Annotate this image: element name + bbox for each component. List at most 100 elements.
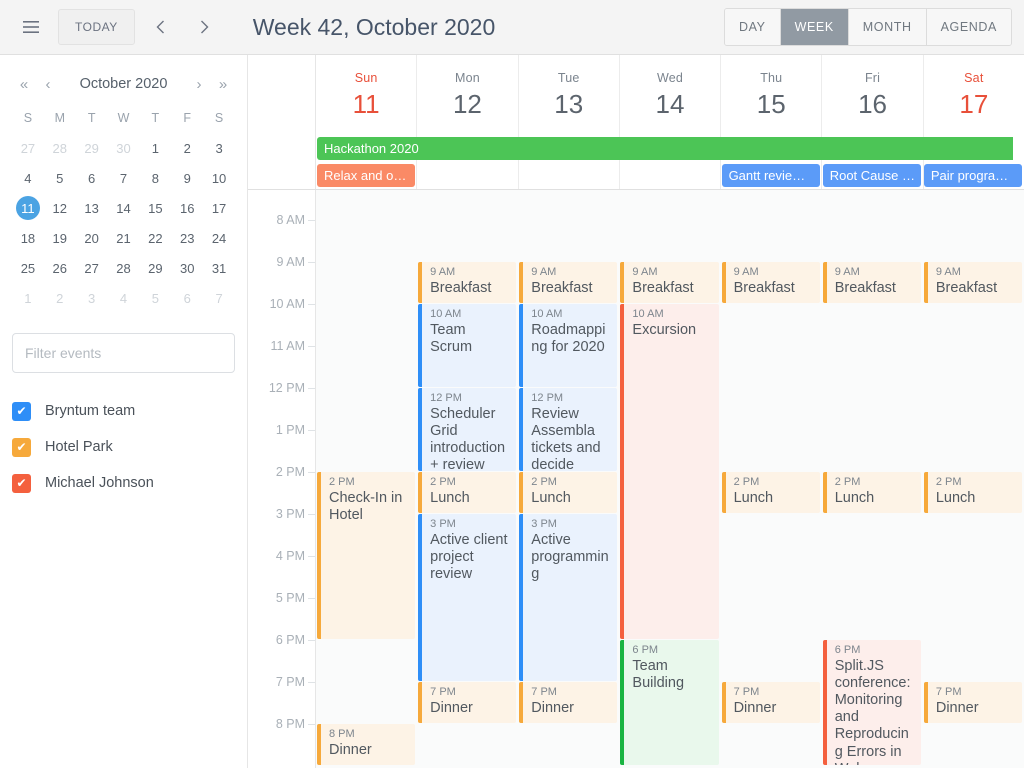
minicalendar-day[interactable]: 17 bbox=[203, 195, 235, 221]
minicalendar-day[interactable]: 19 bbox=[44, 225, 76, 251]
minicalendar-day[interactable]: 6 bbox=[171, 285, 203, 311]
minicalendar-day[interactable]: 31 bbox=[203, 255, 235, 281]
day-header-mon[interactable]: Mon 12 bbox=[416, 55, 517, 135]
minicalendar-day[interactable]: 29 bbox=[139, 255, 171, 281]
checkbox-checked-icon[interactable]: ✔ bbox=[12, 437, 31, 457]
resource-filter-row[interactable]: ✔ Bryntum team bbox=[12, 393, 235, 429]
calendar-event[interactable]: 2 PM Lunch bbox=[418, 472, 517, 513]
minicalendar-day[interactable]: 9 bbox=[171, 165, 203, 191]
minicalendar-day[interactable]: 4 bbox=[12, 165, 44, 191]
view-button-agenda[interactable]: AGENDA bbox=[926, 9, 1011, 45]
minicalendar-day[interactable]: 3 bbox=[203, 135, 235, 161]
calendar-event[interactable]: 7 PM Dinner bbox=[519, 682, 618, 723]
minicalendar-day[interactable]: 28 bbox=[108, 255, 140, 281]
day-header-fri[interactable]: Fri 16 bbox=[821, 55, 922, 135]
time-grid-scroller[interactable]: 7 AM8 AM9 AM10 AM11 AM12 PM1 PM2 PM3 PM4… bbox=[248, 190, 1024, 768]
minicalendar-day[interactable]: 14 bbox=[108, 195, 140, 221]
minicalendar-day[interactable]: 29 bbox=[76, 135, 108, 161]
resource-filter-row[interactable]: ✔ Hotel Park bbox=[12, 429, 235, 465]
calendar-event[interactable]: 9 AM Breakfast bbox=[822, 262, 921, 303]
chevron-right-icon[interactable]: › bbox=[187, 72, 211, 96]
today-button[interactable]: TODAY bbox=[58, 9, 135, 45]
calendar-event[interactable]: 3 PM Active client project review bbox=[418, 514, 517, 681]
day-header-tue[interactable]: Tue 13 bbox=[517, 55, 619, 135]
calendar-event[interactable]: 3 PM Active programming bbox=[519, 514, 618, 681]
minicalendar-day[interactable]: 5 bbox=[139, 285, 171, 311]
minicalendar-day[interactable]: 30 bbox=[108, 135, 140, 161]
minicalendar-day[interactable]: 6 bbox=[76, 165, 108, 191]
hamburger-icon[interactable] bbox=[12, 9, 50, 45]
calendar-event[interactable]: 9 AM Breakfast bbox=[519, 262, 618, 303]
calendar-event[interactable]: 7 PM Dinner bbox=[418, 682, 517, 723]
view-button-week[interactable]: WEEK bbox=[780, 9, 849, 45]
calendar-event[interactable]: 7 PM Dinner bbox=[923, 682, 1022, 723]
minicalendar-day[interactable]: 30 bbox=[171, 255, 203, 281]
minicalendar-day-selected[interactable]: 11 bbox=[15, 196, 40, 220]
minicalendar-day[interactable]: 5 bbox=[44, 165, 76, 191]
minicalendar-day[interactable]: 1 bbox=[12, 285, 44, 311]
minicalendar-day[interactable]: 3 bbox=[76, 285, 108, 311]
minicalendar-day[interactable]: 16 bbox=[171, 195, 203, 221]
minicalendar-day[interactable]: 2 bbox=[171, 135, 203, 161]
allday-cell[interactable] bbox=[517, 162, 619, 189]
calendar-event[interactable]: 2 PM Check-In in Hotel bbox=[317, 472, 416, 639]
minicalendar-day[interactable]: 20 bbox=[76, 225, 108, 251]
calendar-event[interactable]: 10 AM Team Scrum bbox=[418, 304, 517, 387]
calendar-event[interactable]: 2 PM Lunch bbox=[822, 472, 921, 513]
allday-event[interactable]: Hackathon 2020 bbox=[317, 137, 1013, 160]
allday-cell[interactable] bbox=[416, 162, 517, 189]
checkbox-checked-icon[interactable]: ✔ bbox=[12, 401, 31, 421]
minicalendar-day[interactable]: 7 bbox=[203, 285, 235, 311]
minicalendar-day[interactable]: 21 bbox=[108, 225, 140, 251]
calendar-event[interactable]: 6 PM Split.JS conference: Monitoring and … bbox=[822, 640, 921, 765]
minicalendar-day[interactable]: 24 bbox=[203, 225, 235, 251]
calendar-event[interactable]: 2 PM Lunch bbox=[923, 472, 1022, 513]
day-header-sun[interactable]: Sun 11 bbox=[316, 55, 416, 135]
double-chevron-left-icon[interactable]: « bbox=[12, 72, 36, 96]
day-header-sat[interactable]: Sat 17 bbox=[922, 55, 1024, 135]
calendar-event[interactable]: 9 AM Breakfast bbox=[923, 262, 1022, 303]
calendar-event[interactable]: 7 PM Dinner bbox=[721, 682, 820, 723]
minicalendar-day[interactable]: 12 bbox=[44, 195, 76, 221]
minicalendar-day[interactable]: 15 bbox=[139, 195, 171, 221]
double-chevron-right-icon[interactable]: » bbox=[211, 72, 235, 96]
minicalendar-day[interactable]: 23 bbox=[171, 225, 203, 251]
calendar-event[interactable]: 10 AM Excursion bbox=[620, 304, 719, 639]
allday-event[interactable]: Pair progra… bbox=[923, 164, 1022, 187]
minicalendar-day[interactable]: 7 bbox=[108, 165, 140, 191]
view-button-month[interactable]: MONTH bbox=[848, 9, 927, 45]
calendar-event[interactable]: 10 AM Roadmapping for 2020 bbox=[519, 304, 618, 387]
calendar-event[interactable]: 9 AM Breakfast bbox=[721, 262, 820, 303]
minicalendar-day[interactable]: 26 bbox=[44, 255, 76, 281]
calendar-event[interactable]: 9 AM Breakfast bbox=[418, 262, 517, 303]
calendar-event[interactable]: 6 PM Team Building bbox=[620, 640, 719, 765]
calendar-event[interactable]: 2 PM Lunch bbox=[721, 472, 820, 513]
minicalendar-day[interactable]: 27 bbox=[12, 135, 44, 161]
minicalendar-day[interactable]: 18 bbox=[12, 225, 44, 251]
day-header-thu[interactable]: Thu 15 bbox=[720, 55, 821, 135]
resource-filter-row[interactable]: ✔ Michael Johnson bbox=[12, 465, 235, 501]
checkbox-checked-icon[interactable]: ✔ bbox=[12, 473, 31, 493]
time-grid[interactable]: 2 PM Check-In in Hotel 8 PM Dinner 9 AM Break… bbox=[316, 190, 1024, 768]
calendar-event[interactable]: 8 PM Dinner bbox=[317, 724, 416, 765]
filter-events-input[interactable] bbox=[12, 333, 235, 373]
calendar-event[interactable]: 9 AM Breakfast bbox=[620, 262, 719, 303]
next-button[interactable] bbox=[187, 9, 223, 45]
minicalendar-day[interactable]: 27 bbox=[76, 255, 108, 281]
minicalendar-day[interactable]: 13 bbox=[76, 195, 108, 221]
allday-cell[interactable] bbox=[618, 162, 720, 189]
allday-event[interactable]: Gantt revie… bbox=[721, 164, 820, 187]
minicalendar-day[interactable]: 8 bbox=[139, 165, 171, 191]
minicalendar-day[interactable]: 22 bbox=[139, 225, 171, 251]
minicalendar-day[interactable]: 2 bbox=[44, 285, 76, 311]
view-button-day[interactable]: DAY bbox=[724, 9, 781, 45]
prev-button[interactable] bbox=[143, 9, 179, 45]
chevron-left-icon[interactable]: ‹ bbox=[36, 72, 60, 96]
minicalendar-day[interactable]: 4 bbox=[108, 285, 140, 311]
minicalendar-day[interactable]: 1 bbox=[139, 135, 171, 161]
allday-event[interactable]: Relax and o… bbox=[317, 164, 416, 187]
calendar-event[interactable]: 2 PM Lunch bbox=[519, 472, 618, 513]
minicalendar-day[interactable]: 25 bbox=[12, 255, 44, 281]
day-header-wed[interactable]: Wed 14 bbox=[618, 55, 720, 135]
minicalendar-day[interactable]: 10 bbox=[203, 165, 235, 191]
